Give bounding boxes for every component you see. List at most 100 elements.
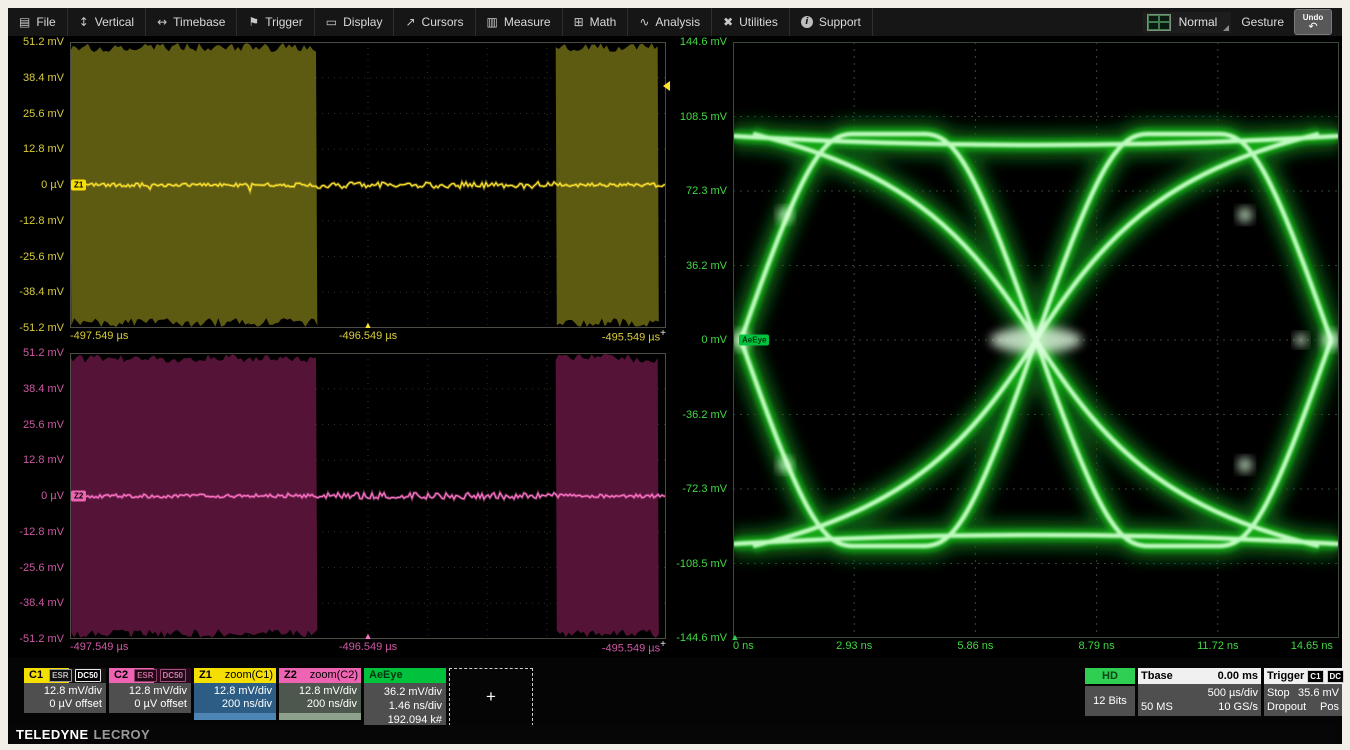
- menu-analysis[interactable]: ∿Analysis: [628, 8, 712, 36]
- logo-bar: TELEDYNE LECROY: [8, 725, 1342, 744]
- hd-resolution-box[interactable]: HD 12 Bits: [1085, 668, 1135, 716]
- descriptor-value-line: 12.8 mV/div: [283, 685, 357, 698]
- descriptor-title: C2: [111, 668, 131, 683]
- y-axis-label: 38.4 mV: [8, 383, 64, 395]
- menu-right: Normal Gesture Undo ↶: [1143, 8, 1342, 36]
- descriptor-title: AeEye: [366, 668, 406, 683]
- eye-origin-marker: ▲: [731, 632, 740, 642]
- grid-display-icon: [1147, 14, 1171, 31]
- menu-bar: ▤File↕Vertical↔Timebase⚑Trigger▭Display↗…: [8, 8, 1342, 37]
- descriptor-values: 12.8 mV/div0 µV offset: [24, 683, 106, 713]
- descriptor-value-line: 12.8 mV/div: [113, 685, 187, 698]
- trace-descriptor-z1[interactable]: Z1zoom(C1)12.8 mV/div200 ns/div: [194, 668, 276, 720]
- add-trace-button[interactable]: +: [449, 668, 533, 726]
- dc50-badge: DC50: [160, 669, 186, 682]
- undo-button[interactable]: Undo ↶: [1294, 9, 1332, 35]
- menu-utilities[interactable]: ✖Utilities: [712, 8, 790, 36]
- trigger-box[interactable]: Trigger C1 DC Stop 35.6 mV Dropout Pos: [1264, 668, 1342, 716]
- esr-badge: ESR: [134, 669, 156, 682]
- menu-cursors[interactable]: ↗ Cursors: [394, 8, 475, 36]
- brand-logo: TELEDYNE: [16, 727, 89, 742]
- menu-support[interactable]: iSupport: [790, 8, 873, 36]
- display-mode-selector[interactable]: Normal: [1143, 12, 1232, 33]
- trigger-time-marker[interactable]: ▲: [364, 320, 373, 330]
- timebase-icon: ↔: [157, 15, 167, 29]
- descriptor-values: 12.8 mV/div0 µV offset: [109, 683, 191, 713]
- x-axis-label: 2.93 ns: [836, 640, 872, 652]
- descriptor-accent-strip: [279, 713, 361, 720]
- x-axis-label: 11.72 ns: [1197, 640, 1238, 652]
- hd-badge: HD: [1085, 668, 1135, 684]
- descriptor-title: Z2: [281, 668, 300, 683]
- trigger-icon: ⚑: [248, 15, 259, 29]
- y-axis-label: -108.5 mV: [669, 558, 727, 570]
- descriptor-bar: C1ESRDC5012.8 mV/div0 µV offsetC2ESRDC50…: [8, 658, 1342, 725]
- zero-level-badge[interactable]: Z1: [71, 180, 86, 191]
- zoom-z2-waveform-panel[interactable]: 51.2 mV 38.4 mV 25.6 mV 12.8 mV 0 µV -12.8 mV…: [8, 347, 669, 658]
- descriptor-subtitle: zoom(C2): [310, 668, 359, 683]
- menu-label: Cursors: [422, 15, 464, 29]
- add-trace-label: +: [486, 687, 496, 707]
- y-axis-label: -72.3 mV: [669, 483, 727, 495]
- descriptor-header: Z1zoom(C1): [194, 668, 276, 683]
- y-axis-label: 0 µV: [8, 490, 64, 502]
- x-axis-label: -497.549 µs: [70, 641, 128, 653]
- y-axis-label: 51.2 mV: [8, 36, 64, 48]
- x-axis-label-text: -497.549 µs: [70, 330, 128, 342]
- vertical-icon: ↕: [79, 15, 89, 29]
- x-axis-label-text: -495.549 µs: [602, 332, 660, 344]
- zero-level-badge[interactable]: Z2: [71, 491, 86, 502]
- y-axis-label: 25.6 mV: [8, 419, 64, 431]
- utilities-icon: ✖: [723, 15, 733, 29]
- menu-label: Math: [590, 15, 617, 29]
- x-axis-label: -496.549 µs: [339, 641, 397, 653]
- y-axis-label: -12.8 mV: [8, 215, 64, 227]
- eye-diagram-plot-area[interactable]: [733, 42, 1339, 638]
- trace-descriptor-aeeye[interactable]: AeEye36.2 mV/div1.46 ns/div192.094 k#: [364, 668, 446, 729]
- trace-descriptor-c1[interactable]: C1ESRDC5012.8 mV/div0 µV offset: [24, 668, 106, 713]
- x-axis-label: 14.65 ns: [1291, 640, 1333, 652]
- cursors-icon: ↗: [405, 15, 415, 29]
- menu-items: ▤File↕Vertical↔Timebase⚑Trigger▭Display↗…: [8, 8, 873, 36]
- trigger-level: 35.6 mV: [1298, 686, 1339, 700]
- trigger-source-badge: C1: [1307, 670, 1323, 683]
- trigger-type: Dropout: [1267, 700, 1306, 714]
- menu-trigger[interactable]: ⚑Trigger: [237, 8, 314, 36]
- trace-descriptor-c2[interactable]: C2ESR DC5012.8 mV/div0 µV offset: [109, 668, 191, 713]
- x-axis-label-text: -497.549 µs: [70, 641, 128, 653]
- brand-logo-sub: LECROY: [94, 727, 151, 742]
- eye-zero-level-badge[interactable]: AeEye: [739, 335, 769, 346]
- descriptor-value-line: 0 µV offset: [28, 698, 102, 711]
- y-axis-label: 12.8 mV: [8, 143, 64, 155]
- menu-math[interactable]: ⊞Math: [563, 8, 629, 36]
- y-axis-label: -51.2 mV: [8, 322, 64, 334]
- y-axis-label: -12.8 mV: [8, 526, 64, 538]
- eye-diagram-panel[interactable]: 144.6 mV108.5 mV72.3 mV36.2 mV0 mV-36.2 …: [669, 36, 1342, 658]
- waveform-plot-area[interactable]: [70, 353, 666, 639]
- expand-marker: +: [660, 328, 666, 339]
- y-axis-label: 51.2 mV: [8, 347, 64, 359]
- y-axis-label: 108.5 mV: [669, 111, 727, 123]
- zoom-z1-waveform-panel[interactable]: 51.2 mV38.4 mV25.6 mV12.8 mV0 µV-12.8 mV…: [8, 36, 669, 347]
- tbase-scale: 500 µs/div: [1208, 686, 1258, 700]
- tbase-samples: 50 MS: [1141, 700, 1173, 714]
- y-axis-label: -38.4 mV: [8, 286, 64, 298]
- trigger-time-marker[interactable]: ▲: [364, 631, 373, 641]
- timebase-box[interactable]: Tbase 0.00 ms 500 µs/div 50 MS 10 GS/s: [1138, 668, 1261, 716]
- descriptor-value-line: 200 ns/div: [283, 698, 357, 711]
- waveform-plot-area[interactable]: [70, 42, 666, 328]
- analysis-icon: ∿: [639, 15, 649, 29]
- descriptor-values: 12.8 mV/div200 ns/div: [194, 683, 276, 713]
- measure-icon: ▥: [487, 15, 498, 29]
- y-axis-label: 12.8 mV: [8, 454, 64, 466]
- menu-vertical[interactable]: ↕Vertical: [68, 8, 146, 36]
- menu-display[interactable]: ▭Display: [315, 8, 395, 36]
- trace-descriptor-z2[interactable]: Z2zoom(C2)12.8 mV/div200 ns/div: [279, 668, 361, 720]
- trigger-level-marker[interactable]: [663, 81, 670, 91]
- esr-badge: ESR: [49, 669, 71, 682]
- menu-timebase[interactable]: ↔Timebase: [146, 8, 237, 36]
- menu-measure[interactable]: ▥Measure: [476, 8, 563, 36]
- descriptor-values: 12.8 mV/div200 ns/div: [279, 683, 361, 713]
- menu-file[interactable]: ▤File: [8, 8, 68, 36]
- x-axis-label: -496.549 µs: [339, 330, 397, 342]
